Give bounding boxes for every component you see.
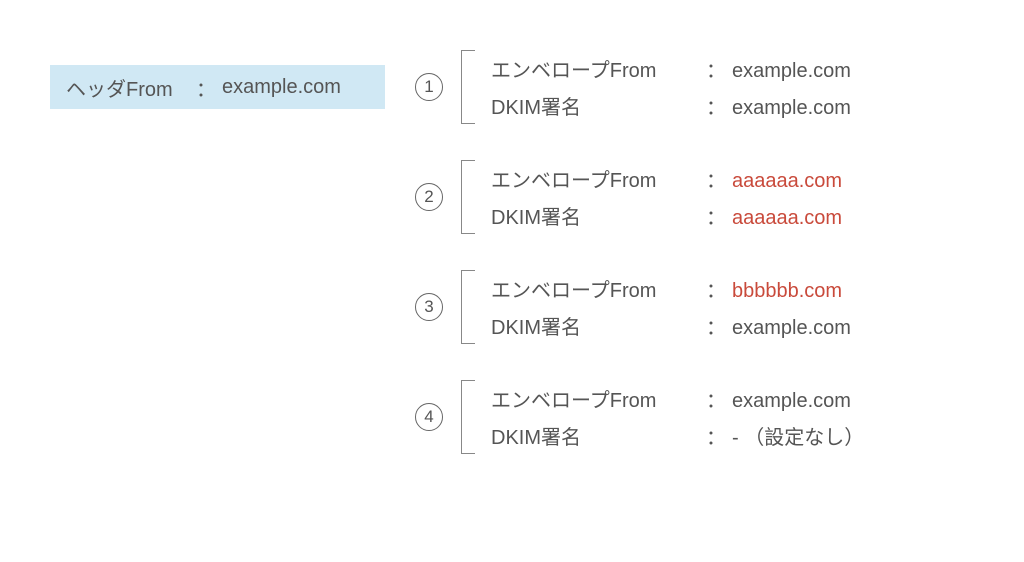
envelope-from-label: エンベロープFrom [491,164,706,193]
header-from-colon: ： [196,73,216,102]
dkim-value: example.com [732,317,851,340]
case-content: エンベロープFrom： bbbbbb.com DKIM署名： example.com [491,270,851,344]
dkim-value: aaaaaa.com [732,207,842,230]
dkim-value: - （設定なし） [732,421,864,450]
dkim-label: DKIM署名 [491,201,706,230]
dkim-row: DKIM署名： aaaaaa.com [491,201,842,230]
envelope-from-value: example.com [732,60,851,83]
cases-container: 1エンベロープFrom：example.comDKIM署名：example.co… [415,50,975,490]
header-from-box: ヘッダFrom ： example.com [50,65,385,109]
bracket-icon [461,50,475,124]
dkim-row: DKIM署名： example.com [491,311,851,340]
dkim-label: DKIM署名 [491,421,706,450]
case-content: エンベロープFrom： example.com DKIM署名： example.com [491,50,851,124]
case-row: 2 エンベロープFrom： aaaaaa.com DKIM署名： aaaaaa.com [415,160,975,234]
dkim-value: example.com [732,97,851,120]
field-colon: ： [706,311,726,340]
bracket-icon [461,380,475,454]
case-content: エンベロープFrom： example.com DKIM署名： - （設定なし） [491,380,864,454]
field-colon: ： [706,91,726,120]
field-colon: ： [706,384,726,413]
envelope-from-value: aaaaaa.com [732,170,842,193]
envelope-from-label: エンベロープFrom [491,274,706,303]
dkim-label: DKIM署名 [491,91,706,120]
field-colon: ： [706,274,726,303]
envelope-from-value: example.com [732,390,851,413]
bracket-icon [461,160,475,234]
case-number-icon: 4 [415,403,443,431]
envelope-from-value: bbbbbb.com [732,280,842,303]
header-from-value: example.com [222,76,341,99]
header-from-label: ヘッダFrom [66,73,196,102]
case-row: 4 エンベロープFrom： example.com DKIM署名： - （設定なし） [415,380,975,454]
case-row: 3 エンベロープFrom： bbbbbb.com DKIM署名： example.com [415,270,975,344]
bracket-icon [461,270,475,344]
case-number-icon: 2 [415,183,443,211]
case-content: エンベロープFrom： aaaaaa.com DKIM署名： aaaaaa.com [491,160,842,234]
field-colon: ： [706,164,726,193]
envelope-from-row: エンベロープFrom： example.com [491,54,851,83]
dkim-label: DKIM署名 [491,311,706,340]
dkim-row: DKIM署名： - （設定なし） [491,421,864,450]
envelope-from-label: エンベロープFrom [491,384,706,413]
case-number-icon: 1 [415,73,443,101]
envelope-from-row: エンベロープFrom： example.com [491,384,864,413]
envelope-from-row: エンベロープFrom： aaaaaa.com [491,164,842,193]
envelope-from-row: エンベロープFrom： bbbbbb.com [491,274,851,303]
field-colon: ： [706,201,726,230]
case-row: 1 エンベロープFrom： example.com DKIM署名： example.co… [415,50,975,124]
envelope-from-label: エンベロープFrom [491,54,706,83]
case-number-icon: 3 [415,293,443,321]
field-colon: ： [706,54,726,83]
field-colon: ： [706,421,726,450]
dkim-row: DKIM署名： example.com [491,91,851,120]
